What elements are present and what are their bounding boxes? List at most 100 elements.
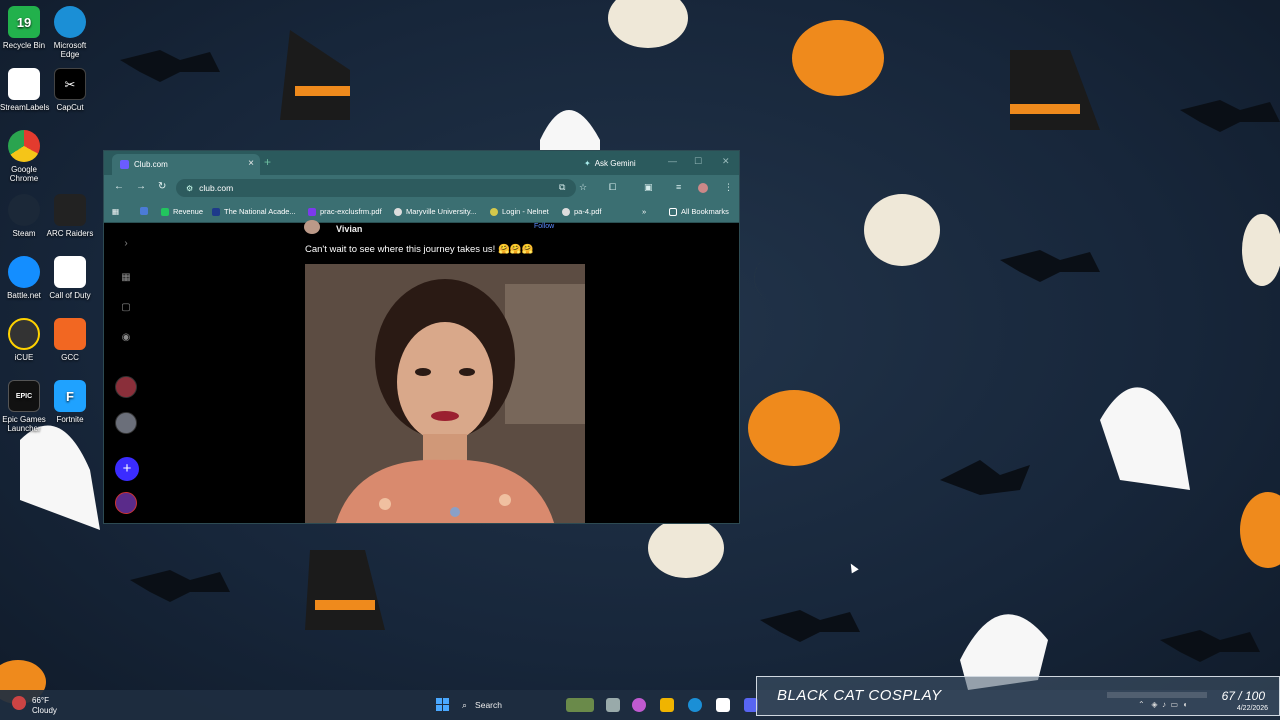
- weather-condition: Cloudy: [32, 706, 57, 715]
- coin-icon[interactable]: ◉: [118, 332, 134, 348]
- store-icon[interactable]: [716, 698, 730, 712]
- reload-icon[interactable]: ↻: [158, 181, 166, 192]
- edge-taskbar-icon[interactable]: [688, 698, 702, 712]
- task-view-icon[interactable]: [606, 698, 620, 712]
- battlenet-icon: [8, 256, 40, 288]
- bookmark-star-icon[interactable]: ☆: [579, 182, 587, 193]
- apps-icon[interactable]: ▦: [112, 207, 119, 216]
- minimize-icon[interactable]: —: [668, 156, 677, 166]
- desktop-icon-streamlabels[interactable]: StreamLabels: [0, 68, 49, 112]
- display-icon[interactable]: ▭: [1170, 700, 1178, 709]
- desktop-icon-label: Microsoft Edge: [53, 41, 87, 59]
- forward-icon[interactable]: →: [136, 181, 146, 192]
- reading-list-icon[interactable]: ≡: [676, 182, 681, 192]
- bookmark-pa4-pdf[interactable]: pa-4.pdf: [562, 207, 602, 216]
- mic-icon[interactable]: ♪: [1162, 700, 1166, 709]
- bookmark-prac-pdf[interactable]: prac-exclusfrm.pdf: [308, 207, 382, 216]
- desktop-icon-battlenet[interactable]: Battle.net: [0, 256, 48, 300]
- media-icon[interactable]: ▢: [118, 302, 134, 318]
- weather-icon: [12, 696, 26, 710]
- grid-icon[interactable]: ▦: [118, 272, 134, 288]
- maximize-icon[interactable]: ☐: [694, 156, 702, 167]
- side-rail: › ▦ ▢ ◉ +: [112, 224, 140, 523]
- all-bookmarks-button[interactable]: All Bookmarks: [669, 207, 729, 216]
- globe-icon: [562, 207, 570, 216]
- profile-avatar[interactable]: [698, 183, 708, 193]
- site-info-icon[interactable]: ⚙: [186, 184, 193, 193]
- avatar[interactable]: [115, 376, 137, 398]
- follow-button[interactable]: Follow: [534, 223, 554, 230]
- tab-club[interactable]: Club.com ×: [112, 154, 260, 175]
- post-caption: Can't wait to see where this journey tak…: [305, 244, 534, 255]
- browser-window[interactable]: Club.com × + ✦ Ask Gemini — ☐ ✕ ← → ↻ ⚙ …: [103, 150, 740, 524]
- tab-title: Club.com: [134, 160, 168, 169]
- bookmarks-bar: ▦ Revenue The National Acade... prac-exc…: [104, 201, 739, 223]
- icue-icon: [8, 318, 40, 350]
- chevron-up-icon[interactable]: ⌃: [1138, 700, 1145, 709]
- address-bar[interactable]: ⚙ club.com: [176, 179, 576, 197]
- split-view-icon[interactable]: ▣: [644, 182, 653, 193]
- desktop-icon-recycle-bin[interactable]: 19 Recycle Bin: [0, 6, 48, 50]
- globe-icon: [394, 207, 402, 216]
- bookmark-maryville[interactable]: Maryville University...: [394, 207, 476, 216]
- start-button[interactable]: [436, 698, 450, 712]
- system-tray[interactable]: ⌃ ◈ ♪ ▭ ◖: [1138, 700, 1187, 709]
- tab-bar: Club.com × + ✦ Ask Gemini — ☐ ✕: [104, 151, 739, 175]
- close-window-icon[interactable]: ✕: [722, 156, 730, 167]
- expand-icon[interactable]: ›: [118, 238, 134, 254]
- desktop-icon-chrome[interactable]: Google Chrome: [0, 130, 48, 183]
- live-avatar[interactable]: [115, 492, 137, 514]
- arc-raiders-icon: [54, 194, 86, 226]
- network-icon[interactable]: ◈: [1151, 700, 1157, 709]
- post-author[interactable]: Vivian: [336, 224, 362, 234]
- desktop-icon-gcc[interactable]: GCC: [46, 318, 94, 362]
- desktop-icon-epic-games[interactable]: EPIC Epic Games Launcher: [0, 380, 48, 433]
- desktop-icon-call-of-duty[interactable]: Call of Duty: [46, 256, 94, 300]
- install-icon[interactable]: ⧉: [559, 182, 565, 193]
- stream-overlay: BLACK CAT COSPLAY 67 / 100: [756, 676, 1280, 716]
- bookmark-label: Revenue: [173, 207, 204, 216]
- desktop-icon-fortnite[interactable]: F Fortnite: [46, 380, 94, 424]
- copilot-icon[interactable]: [632, 698, 646, 712]
- post-photo[interactable]: [305, 264, 585, 523]
- new-tab-icon[interactable]: +: [264, 155, 271, 169]
- desktop-icon-label: CapCut: [56, 103, 84, 112]
- bookmark-label: Maryville University...: [406, 207, 477, 216]
- desktop-icon-label: Recycle Bin: [2, 41, 46, 50]
- taskbar-date[interactable]: 4/22/2026: [1237, 705, 1268, 712]
- bookmark-favicon-icon: [161, 207, 169, 216]
- post-avatar[interactable]: [304, 220, 320, 234]
- file-explorer-icon[interactable]: [660, 698, 674, 712]
- desktop-icon-steam[interactable]: Steam: [0, 194, 48, 238]
- extensions-icon[interactable]: ⧠: [609, 182, 616, 193]
- bookmark-nelnet[interactable]: Login - Nelnet: [490, 207, 549, 216]
- menu-icon[interactable]: ⋮: [724, 182, 733, 193]
- bookmark-national-academy[interactable]: The National Acade...: [212, 207, 296, 216]
- back-icon[interactable]: ←: [114, 181, 124, 192]
- desktop-icon-arc-raiders[interactable]: ARC Raiders: [46, 194, 94, 238]
- ask-gemini-button[interactable]: ✦ Ask Gemini: [578, 156, 642, 171]
- close-tab-icon[interactable]: ×: [248, 158, 254, 169]
- desktop-icon-label: Steam: [12, 229, 36, 238]
- avatar[interactable]: [115, 412, 137, 434]
- desktop-icon-edge[interactable]: Microsoft Edge: [46, 6, 94, 59]
- streamlabels-icon: [8, 68, 40, 100]
- browser-toolbar: ← → ↻ ⚙ club.com ⧉ ☆ ⧠ ▣ ≡ ⋮: [104, 175, 739, 201]
- epic-games-icon: EPIC: [8, 380, 40, 412]
- desktop-icon-capcut[interactable]: ✂ CapCut: [46, 68, 94, 112]
- gemini-icon: ✦: [584, 159, 591, 168]
- url-text: club.com: [199, 183, 234, 193]
- bookmark-favicon-icon: [212, 207, 220, 216]
- more-bookmarks-icon[interactable]: »: [642, 207, 646, 216]
- steam-icon: [8, 194, 40, 226]
- bookmark-gdf[interactable]: [140, 207, 152, 215]
- bookmark-label: pa-4.pdf: [574, 207, 602, 216]
- bookmark-label: The National Acade...: [224, 207, 296, 216]
- create-button[interactable]: +: [115, 457, 139, 481]
- bookmark-revenue[interactable]: Revenue: [161, 207, 203, 216]
- temperature: 66°F: [32, 696, 49, 705]
- bookmark-favicon-icon: [140, 207, 148, 215]
- volume-icon[interactable]: ◖: [1182, 700, 1187, 709]
- page-content: › ▦ ▢ ◉ + Vivian Follow Can't wait to se…: [104, 220, 739, 523]
- desktop-icon-icue[interactable]: iCUE: [0, 318, 48, 362]
